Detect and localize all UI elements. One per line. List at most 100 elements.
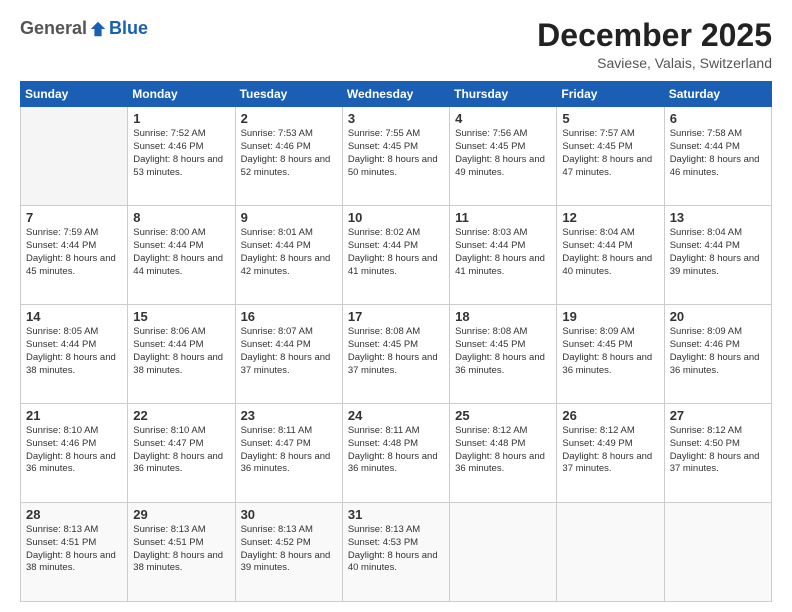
calendar-cell: 22Sunrise: 8:10 AMSunset: 4:47 PMDayligh… bbox=[128, 404, 235, 503]
day-number: 15 bbox=[133, 309, 229, 324]
calendar-header-row: SundayMondayTuesdayWednesdayThursdayFrid… bbox=[21, 82, 772, 107]
calendar-cell: 5Sunrise: 7:57 AMSunset: 4:45 PMDaylight… bbox=[557, 107, 664, 206]
cell-info: Sunrise: 7:57 AMSunset: 4:45 PMDaylight:… bbox=[562, 128, 658, 179]
calendar-cell: 1Sunrise: 7:52 AMSunset: 4:46 PMDaylight… bbox=[128, 107, 235, 206]
calendar-cell: 11 Sunrise: 8:03 AMSunset: 4:44 PMDayligh… bbox=[450, 206, 557, 305]
day-number: 28 bbox=[26, 507, 122, 522]
cell-info: Sunrise: 8:03 AMSunset: 4:44 PMDaylight:… bbox=[455, 227, 551, 278]
cell-info: Sunrise: 8:12 AMSunset: 4:48 PMDaylight:… bbox=[455, 425, 551, 476]
calendar-cell: 31 Sunrise: 8:13 AMSunset: 4:53 PMDayligh… bbox=[342, 503, 449, 602]
day-number: 3 bbox=[348, 111, 444, 126]
calendar-week-row: 21 Sunrise: 8:10 AMSunset: 4:46 PMDayligh… bbox=[21, 404, 772, 503]
day-number: 27 bbox=[670, 408, 766, 423]
day-number: 31 bbox=[348, 507, 444, 522]
cell-info: Sunrise: 8:05 AMSunset: 4:44 PMDaylight:… bbox=[26, 326, 122, 377]
day-number: 25 bbox=[455, 408, 551, 423]
cell-info: Sunrise: 8:13 AMSunset: 4:53 PMDaylight:… bbox=[348, 524, 444, 575]
day-number: 9 bbox=[241, 210, 337, 225]
cell-info: Sunrise: 8:08 AMSunset: 4:45 PMDaylight:… bbox=[348, 326, 444, 377]
cell-info: Sunrise: 8:09 AMSunset: 4:45 PMDaylight:… bbox=[562, 326, 658, 377]
cell-info: Sunrise: 8:08 AMSunset: 4:45 PMDaylight:… bbox=[455, 326, 551, 377]
day-number: 11 bbox=[455, 210, 551, 225]
cell-info: Sunrise: 8:04 AMSunset: 4:44 PMDaylight:… bbox=[670, 227, 766, 278]
cell-info: Sunrise: 7:52 AMSunset: 4:46 PMDaylight:… bbox=[133, 128, 229, 179]
cell-info: Sunrise: 8:01 AMSunset: 4:44 PMDaylight:… bbox=[241, 227, 337, 278]
calendar-cell: 13 Sunrise: 8:04 AMSunset: 4:44 PMDayligh… bbox=[664, 206, 771, 305]
calendar-cell: 7 Sunrise: 7:59 AMSunset: 4:44 PMDaylight… bbox=[21, 206, 128, 305]
calendar-cell bbox=[664, 503, 771, 602]
day-number: 13 bbox=[670, 210, 766, 225]
day-number: 10 bbox=[348, 210, 444, 225]
cell-info: Sunrise: 8:04 AMSunset: 4:44 PMDaylight:… bbox=[562, 227, 658, 278]
calendar-cell: 19Sunrise: 8:09 AMSunset: 4:45 PMDayligh… bbox=[557, 305, 664, 404]
day-number: 16 bbox=[241, 309, 337, 324]
calendar-day-header: Sunday bbox=[21, 82, 128, 107]
cell-info: Sunrise: 8:06 AMSunset: 4:44 PMDaylight:… bbox=[133, 326, 229, 377]
cell-info: Sunrise: 7:58 AMSunset: 4:44 PMDaylight:… bbox=[670, 128, 766, 179]
calendar-cell: 26 Sunrise: 8:12 AMSunset: 4:49 PMDayligh… bbox=[557, 404, 664, 503]
calendar-day-header: Thursday bbox=[450, 82, 557, 107]
calendar-cell: 10 Sunrise: 8:02 AMSunset: 4:44 PMDayligh… bbox=[342, 206, 449, 305]
location: Saviese, Valais, Switzerland bbox=[537, 55, 772, 71]
cell-info: Sunrise: 8:00 AMSunset: 4:44 PMDaylight:… bbox=[133, 227, 229, 278]
calendar-week-row: 28 Sunrise: 8:13 AMSunset: 4:51 PMDayligh… bbox=[21, 503, 772, 602]
calendar-cell bbox=[21, 107, 128, 206]
header-right: December 2025 Saviese, Valais, Switzerla… bbox=[537, 18, 772, 71]
cell-info: Sunrise: 8:13 AMSunset: 4:51 PMDaylight:… bbox=[26, 524, 122, 575]
day-number: 6 bbox=[670, 111, 766, 126]
calendar-cell: 27 Sunrise: 8:12 AMSunset: 4:50 PMDayligh… bbox=[664, 404, 771, 503]
header: General Blue December 2025 Saviese, Vala… bbox=[20, 18, 772, 71]
day-number: 17 bbox=[348, 309, 444, 324]
calendar-cell bbox=[450, 503, 557, 602]
cell-info: Sunrise: 7:53 AMSunset: 4:46 PMDaylight:… bbox=[241, 128, 337, 179]
day-number: 7 bbox=[26, 210, 122, 225]
day-number: 20 bbox=[670, 309, 766, 324]
logo-icon bbox=[89, 20, 107, 38]
calendar-cell: 23Sunrise: 8:11 AMSunset: 4:47 PMDayligh… bbox=[235, 404, 342, 503]
month-title: December 2025 bbox=[537, 18, 772, 53]
day-number: 4 bbox=[455, 111, 551, 126]
calendar-week-row: 1Sunrise: 7:52 AMSunset: 4:46 PMDaylight… bbox=[21, 107, 772, 206]
day-number: 29 bbox=[133, 507, 229, 522]
cell-info: Sunrise: 8:13 AMSunset: 4:52 PMDaylight:… bbox=[241, 524, 337, 575]
cell-info: Sunrise: 8:07 AMSunset: 4:44 PMDaylight:… bbox=[241, 326, 337, 377]
day-number: 23 bbox=[241, 408, 337, 423]
calendar-day-header: Wednesday bbox=[342, 82, 449, 107]
calendar-cell: 28 Sunrise: 8:13 AMSunset: 4:51 PMDayligh… bbox=[21, 503, 128, 602]
logo: General Blue bbox=[20, 18, 148, 39]
cell-info: Sunrise: 8:12 AMSunset: 4:50 PMDaylight:… bbox=[670, 425, 766, 476]
calendar-day-header: Tuesday bbox=[235, 82, 342, 107]
calendar-cell: 6 Sunrise: 7:58 AMSunset: 4:44 PMDaylight… bbox=[664, 107, 771, 206]
calendar-cell: 9 Sunrise: 8:01 AMSunset: 4:44 PMDaylight… bbox=[235, 206, 342, 305]
cell-info: Sunrise: 8:12 AMSunset: 4:49 PMDaylight:… bbox=[562, 425, 658, 476]
calendar-cell: 30 Sunrise: 8:13 AMSunset: 4:52 PMDayligh… bbox=[235, 503, 342, 602]
day-number: 12 bbox=[562, 210, 658, 225]
calendar-cell: 4Sunrise: 7:56 AMSunset: 4:45 PMDaylight… bbox=[450, 107, 557, 206]
page: General Blue December 2025 Saviese, Vala… bbox=[0, 0, 792, 612]
calendar-table: SundayMondayTuesdayWednesdayThursdayFrid… bbox=[20, 81, 772, 602]
calendar-cell: 29 Sunrise: 8:13 AMSunset: 4:51 PMDayligh… bbox=[128, 503, 235, 602]
calendar-cell: 14Sunrise: 8:05 AMSunset: 4:44 PMDayligh… bbox=[21, 305, 128, 404]
calendar-cell bbox=[557, 503, 664, 602]
day-number: 2 bbox=[241, 111, 337, 126]
cell-info: Sunrise: 8:02 AMSunset: 4:44 PMDaylight:… bbox=[348, 227, 444, 278]
day-number: 30 bbox=[241, 507, 337, 522]
calendar-cell: 15 Sunrise: 8:06 AMSunset: 4:44 PMDayligh… bbox=[128, 305, 235, 404]
calendar-cell: 3Sunrise: 7:55 AMSunset: 4:45 PMDaylight… bbox=[342, 107, 449, 206]
calendar-cell: 21 Sunrise: 8:10 AMSunset: 4:46 PMDayligh… bbox=[21, 404, 128, 503]
calendar-day-header: Monday bbox=[128, 82, 235, 107]
cell-info: Sunrise: 8:11 AMSunset: 4:48 PMDaylight:… bbox=[348, 425, 444, 476]
day-number: 26 bbox=[562, 408, 658, 423]
cell-info: Sunrise: 8:10 AMSunset: 4:46 PMDaylight:… bbox=[26, 425, 122, 476]
logo-blue: Blue bbox=[109, 18, 148, 39]
cell-info: Sunrise: 8:09 AMSunset: 4:46 PMDaylight:… bbox=[670, 326, 766, 377]
calendar-cell: 17 Sunrise: 8:08 AMSunset: 4:45 PMDayligh… bbox=[342, 305, 449, 404]
calendar-cell: 24Sunrise: 8:11 AMSunset: 4:48 PMDayligh… bbox=[342, 404, 449, 503]
day-number: 21 bbox=[26, 408, 122, 423]
cell-info: Sunrise: 8:10 AMSunset: 4:47 PMDaylight:… bbox=[133, 425, 229, 476]
calendar-week-row: 14Sunrise: 8:05 AMSunset: 4:44 PMDayligh… bbox=[21, 305, 772, 404]
cell-info: Sunrise: 8:13 AMSunset: 4:51 PMDaylight:… bbox=[133, 524, 229, 575]
cell-info: Sunrise: 7:59 AMSunset: 4:44 PMDaylight:… bbox=[26, 227, 122, 278]
calendar-cell: 16 Sunrise: 8:07 AMSunset: 4:44 PMDayligh… bbox=[235, 305, 342, 404]
calendar-week-row: 7 Sunrise: 7:59 AMSunset: 4:44 PMDaylight… bbox=[21, 206, 772, 305]
